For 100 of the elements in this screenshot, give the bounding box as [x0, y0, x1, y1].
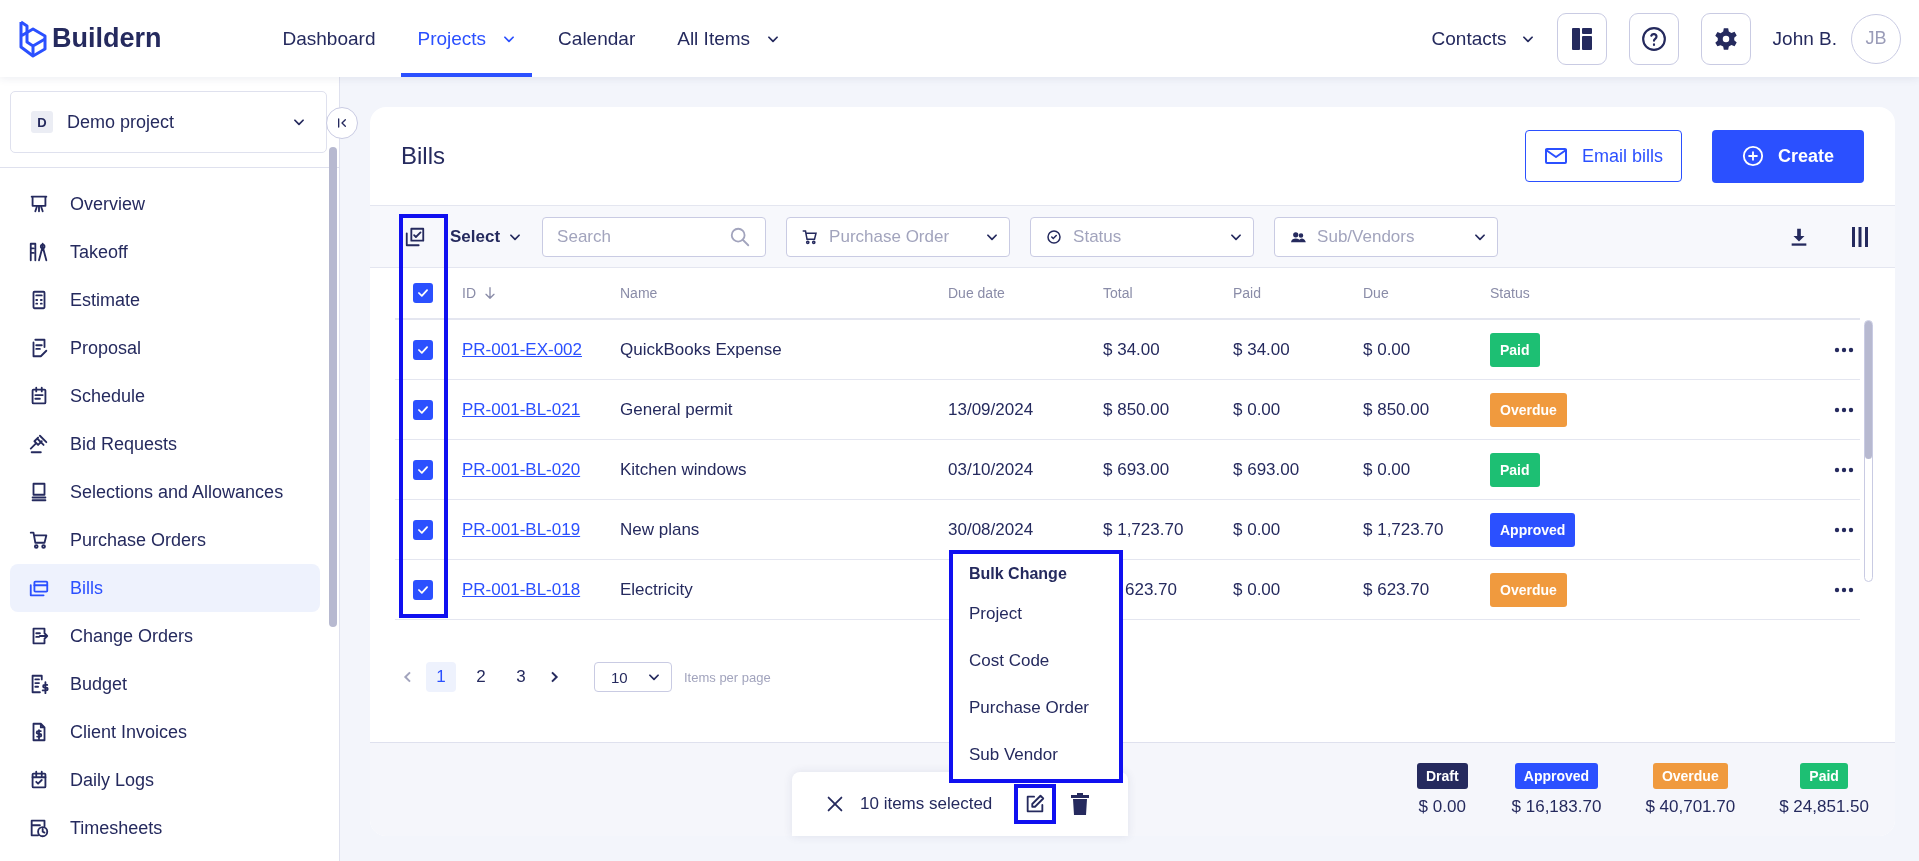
layout-icon: [1570, 26, 1593, 51]
project-selector[interactable]: D Demo project: [10, 91, 327, 153]
bill-id-link[interactable]: PR-001-EX-002: [462, 339, 582, 359]
search-icon: [729, 225, 752, 248]
select-all-checkbox[interactable]: [413, 283, 433, 303]
sidebar-item[interactable]: Timesheets: [10, 804, 320, 852]
sidebar-item[interactable]: Schedule: [10, 372, 320, 420]
table-cell-text: 03/10/2024: [948, 459, 1035, 480]
status-badge: Paid: [1490, 452, 1540, 487]
more-button[interactable]: [1834, 526, 1854, 533]
filter-box[interactable]: Sub/Vendors: [1274, 216, 1499, 257]
sidebar-item[interactable]: Budget: [10, 660, 320, 708]
table-cell-text: Electricity: [620, 579, 694, 600]
contacts-menu[interactable]: Contacts: [1425, 26, 1541, 51]
column-header[interactable]: ID: [462, 285, 476, 301]
more-icon: [1834, 346, 1854, 353]
more-button[interactable]: [1834, 346, 1854, 353]
search-field[interactable]: Search: [557, 217, 730, 256]
sidebar-item[interactable]: Bills: [10, 564, 320, 612]
create-button[interactable]: Create: [1711, 129, 1864, 183]
per-page-label: Items per page: [684, 669, 771, 685]
status-badge: Paid: [1490, 332, 1540, 367]
sidebar-item[interactable]: Change Orders: [10, 612, 320, 660]
email-bills-button[interactable]: Email bills: [1524, 130, 1682, 182]
menu-item[interactable]: Purchase Order: [969, 684, 1119, 731]
filter-box[interactable]: Purchase Order: [786, 216, 1011, 257]
sidebar-item[interactable]: Estimate: [10, 276, 320, 324]
scrollbar[interactable]: [329, 147, 337, 627]
menu-item[interactable]: Sub Vendor: [969, 731, 1119, 778]
status-badge: Paid: [1800, 762, 1848, 789]
sidebar-item[interactable]: Client Invoices: [10, 708, 320, 756]
nav-tab[interactable]: Calendar: [542, 0, 652, 77]
search-box[interactable]: Search: [542, 216, 767, 257]
row-checkbox[interactable]: [413, 519, 433, 540]
edit-button[interactable]: [1014, 784, 1057, 824]
bill-id-link[interactable]: PR-001-BL-019: [462, 519, 581, 539]
status-badge: Overdue: [1490, 572, 1567, 607]
bill-id-link[interactable]: PR-001-BL-020: [462, 459, 581, 479]
check-icon: [416, 286, 430, 300]
row-checkbox[interactable]: [413, 339, 433, 360]
table-cell-text: $ 0.00: [1233, 579, 1282, 600]
more-button[interactable]: [1834, 406, 1854, 413]
filter-dropdown[interactable]: Purchase Order: [829, 217, 976, 256]
nav-tab[interactable]: Projects: [401, 0, 533, 77]
table-cell-text: QuickBooks Expense: [620, 339, 783, 360]
select-menu[interactable]: Select: [450, 226, 523, 247]
menu-item[interactable]: Project: [969, 590, 1119, 637]
help-button[interactable]: [1628, 12, 1679, 65]
delete-button[interactable]: [1070, 793, 1091, 815]
menu-item[interactable]: Cost Code: [969, 637, 1119, 684]
filter-dropdown[interactable]: Status: [1073, 217, 1220, 256]
table-cell-text: $ 850.00: [1103, 399, 1171, 420]
table-cell-text: $ 693.00: [1103, 459, 1171, 480]
table-cell-text: New plans: [620, 519, 701, 540]
logo-text: Buildern: [52, 23, 162, 54]
nav-tab[interactable]: Dashboard: [266, 0, 392, 77]
table-cell-text: $ 0.00: [1363, 339, 1412, 360]
edit-icon: [1024, 793, 1047, 815]
more-button[interactable]: [1834, 466, 1854, 473]
settings-button[interactable]: [1700, 12, 1751, 65]
row-checkbox[interactable]: [413, 459, 433, 480]
sidebar-item[interactable]: Purchase Orders: [10, 516, 320, 564]
sidebar-item[interactable]: Daily Logs: [10, 756, 320, 804]
filter-box[interactable]: Status: [1030, 216, 1255, 257]
user-name: John B.: [1772, 27, 1837, 50]
more-button[interactable]: [1834, 586, 1854, 593]
columns-icon: [1850, 225, 1870, 248]
sort-down-icon: [482, 285, 498, 301]
filter-dropdown[interactable]: Sub/Vendors: [1317, 217, 1464, 256]
page-button[interactable]: 3: [506, 662, 536, 692]
sidebar-item[interactable]: Takeoff: [10, 228, 320, 276]
logo-icon: [18, 18, 48, 59]
collapse-button[interactable]: [326, 107, 358, 139]
layout-button[interactable]: [1556, 12, 1607, 65]
trash-icon: [1070, 793, 1091, 815]
ruler-compass-icon: [28, 241, 50, 263]
bill-id-link[interactable]: PR-001-BL-021: [462, 399, 581, 419]
row-checkbox[interactable]: [413, 399, 433, 420]
page-title: Bills: [401, 142, 446, 170]
table-cell-text: $ 0.00: [1233, 399, 1282, 420]
table-cell-text: 13/09/2024: [948, 399, 1035, 420]
select-all-icon: [404, 225, 426, 248]
bill-id-link[interactable]: PR-001-BL-018: [462, 579, 581, 599]
nav-tab[interactable]: All Items: [661, 0, 797, 77]
status-badge: Overdue: [1652, 762, 1728, 789]
status-total: $ 24,851.50: [1779, 796, 1869, 817]
project-initial: D: [31, 111, 53, 133]
page-button[interactable]: 1: [426, 662, 456, 692]
sidebar-item[interactable]: Selections and Allowances: [10, 468, 320, 516]
table-cell-text: Kitchen windows: [620, 459, 748, 480]
columns-button[interactable]: [1850, 225, 1870, 248]
per-page-select[interactable]: 10: [594, 662, 672, 692]
sidebar-item[interactable]: Bid Requests: [10, 420, 320, 468]
table-cell-text: $ 693.00: [1233, 459, 1301, 480]
page-button[interactable]: 2: [466, 662, 496, 692]
table-cell-text: $ 34.00: [1103, 339, 1161, 360]
table-cell-text: General permit: [620, 399, 734, 420]
sidebar-item[interactable]: Proposal: [10, 324, 320, 372]
sidebar-item[interactable]: Overview: [10, 180, 320, 228]
row-checkbox[interactable]: [413, 579, 433, 600]
